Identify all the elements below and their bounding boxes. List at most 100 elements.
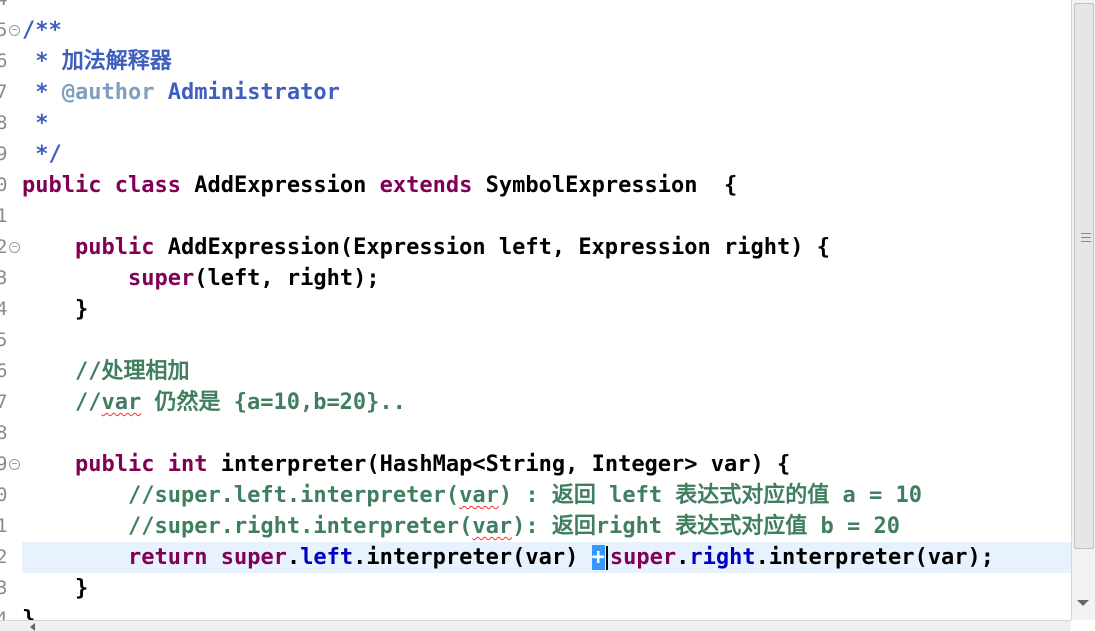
horizontal-scrollbar[interactable]: [0, 620, 1071, 631]
code-line[interactable]: //super.left.interpreter(var) : 返回 left …: [22, 480, 1071, 511]
javadoc-close: */: [22, 142, 62, 167]
method-call: .interpreter(var): [353, 545, 592, 570]
code-line[interactable]: //super.right.interpreter(var): 返回right …: [22, 511, 1071, 542]
line-number: 4: [0, 0, 8, 15]
keyword-super: super: [609, 545, 677, 570]
javadoc-open: /**: [22, 18, 62, 43]
line-number: 1: [0, 515, 8, 537]
javadoc-author-tag: @author: [61, 80, 155, 105]
scrollbar-thumb[interactable]: [1074, 3, 1094, 549]
line-number: 8: [0, 112, 8, 134]
code-line[interactable]: //处理相加: [22, 356, 1071, 387]
code-editor[interactable]: 45−6789012−3456789−01234 /** * 加法解释器 * @…: [0, 0, 1071, 620]
javadoc-star: *: [22, 80, 62, 105]
comment: //处理相加: [74, 359, 190, 384]
code-line[interactable]: *: [22, 108, 1071, 139]
line-number: 8: [0, 422, 8, 444]
field-right: right: [689, 545, 756, 570]
grip-line: [1081, 241, 1091, 242]
keyword-super: super: [220, 545, 287, 570]
line-number: 2: [0, 546, 8, 568]
text-caret: [605, 546, 608, 570]
closing-brace: }: [22, 297, 89, 322]
super-call-args: (left, right);: [194, 266, 380, 291]
method-signature: interpreter(HashMap<String, Integer> var…: [207, 452, 791, 477]
comment: 仍然是 {a=10,b=20}..: [141, 390, 406, 415]
grip-line: [1081, 233, 1091, 234]
comment-misspelled-word: var: [101, 390, 142, 415]
comment: ): 返回right 表达式对应值 b = 20: [512, 514, 901, 539]
line-number: 3: [0, 577, 8, 599]
code-line[interactable]: [22, 0, 1071, 15]
comment: //super.left.interpreter(: [127, 483, 460, 508]
line-number: 1: [0, 205, 8, 227]
code-line[interactable]: }: [22, 294, 1071, 325]
code-line[interactable]: super(left, right);: [22, 263, 1071, 294]
line-number: 9: [0, 143, 8, 165]
dot: .: [676, 545, 690, 570]
code-line[interactable]: [22, 325, 1071, 356]
line-number: 5: [0, 19, 8, 41]
keyword-public: public: [22, 173, 102, 198]
code-line[interactable]: public AddExpression(Expression left, Ex…: [22, 232, 1071, 263]
comment: //super.right.interpreter(: [127, 514, 473, 539]
code-line[interactable]: */: [22, 139, 1071, 170]
class-name: AddExpression: [180, 173, 380, 198]
code-line[interactable]: * @author Administrator: [22, 77, 1071, 108]
closing-brace: }: [22, 607, 36, 620]
grip-line: [1081, 237, 1091, 238]
javadoc-star: *: [22, 49, 62, 74]
code-line[interactable]: //var 仍然是 {a=10,b=20}..: [22, 387, 1071, 418]
current-code-line[interactable]: return super.left.interpreter(var) + supe…: [22, 542, 1071, 573]
comment-misspelled-word: var: [472, 514, 513, 539]
superclass-name: SymbolExpression {: [472, 173, 738, 198]
code-line[interactable]: /**: [22, 15, 1071, 46]
keyword-return: return: [127, 545, 208, 570]
code-line[interactable]: [22, 201, 1071, 232]
keyword-super: super: [127, 266, 195, 291]
line-number: 5: [0, 329, 8, 351]
line-number: 2: [0, 236, 8, 258]
code-line[interactable]: [22, 418, 1071, 449]
scroll-down-arrow-icon[interactable]: [1077, 600, 1089, 606]
line-number: 7: [0, 391, 8, 413]
fold-minus-icon[interactable]: −: [9, 242, 20, 253]
keyword-extends: extends: [379, 173, 473, 198]
vertical-scrollbar[interactable]: [1071, 0, 1095, 620]
code-line[interactable]: }: [22, 604, 1071, 620]
class-description: 加法解释器: [61, 49, 172, 74]
author-name: Administrator: [167, 80, 340, 105]
javadoc-star: *: [22, 111, 49, 136]
code-line[interactable]: public int interpreter(HashMap<String, I…: [22, 449, 1071, 480]
constructor-signature: AddExpression(Expression left, Expressio…: [154, 235, 830, 260]
keyword-class: class: [114, 173, 181, 198]
line-number-gutter: 45−6789012−3456789−01234: [0, 0, 22, 620]
keyword-public: public: [74, 235, 155, 260]
fold-minus-icon[interactable]: −: [9, 459, 20, 470]
selected-plus-operator: +: [591, 545, 605, 570]
line-number: 3: [0, 267, 8, 289]
line-number: 9: [0, 453, 8, 475]
code-line[interactable]: }: [22, 573, 1071, 604]
method-call: .interpreter(var);: [755, 545, 994, 570]
line-number: 4: [0, 608, 8, 620]
line-number: 0: [0, 484, 8, 506]
comment: ) : 返回 left 表达式对应的值 a = 10: [498, 483, 923, 508]
keyword-public: public: [74, 452, 155, 477]
code-line[interactable]: public class AddExpression extends Symbo…: [22, 170, 1071, 201]
line-number: 6: [0, 360, 8, 382]
fold-minus-icon[interactable]: −: [9, 25, 20, 36]
code-line[interactable]: * 加法解释器: [22, 46, 1071, 77]
line-number: 7: [0, 81, 8, 103]
dot: .: [286, 545, 301, 570]
line-number: 0: [0, 174, 8, 196]
